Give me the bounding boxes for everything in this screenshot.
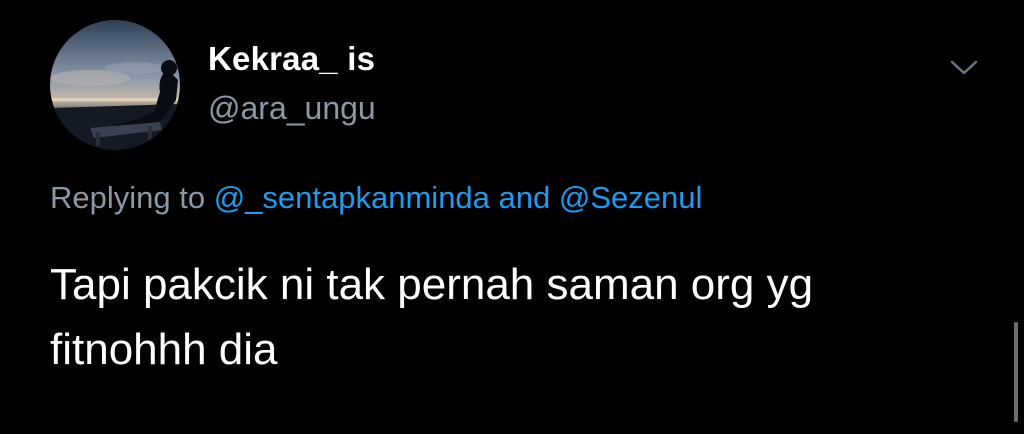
chevron-down-icon — [944, 54, 984, 82]
scrollbar-thumb[interactable] — [1014, 322, 1018, 422]
replying-prefix: Replying to — [50, 180, 206, 215]
replying-to: Replying to @_sentapkanminda and @Sezenu… — [50, 180, 702, 216]
avatar[interactable] — [50, 20, 180, 150]
mention-link[interactable]: @Sezenul — [559, 180, 703, 215]
mention-link[interactable]: @_sentapkanminda — [214, 180, 490, 215]
replying-joiner: and — [498, 180, 551, 215]
tweet-menu-button[interactable] — [944, 54, 984, 82]
tweet-text: Tapi pakcik ni tak pernah saman org yg f… — [50, 252, 980, 382]
avatar-photo — [50, 20, 180, 150]
display-name[interactable]: Kekraa_ is — [208, 40, 375, 78]
user-handle[interactable]: @ara_ungu — [208, 90, 376, 127]
tweet-text-line: fitnohhh dia — [50, 325, 278, 374]
tweet-text-line: Tapi pakcik ni tak pernah saman org yg — [50, 260, 814, 309]
